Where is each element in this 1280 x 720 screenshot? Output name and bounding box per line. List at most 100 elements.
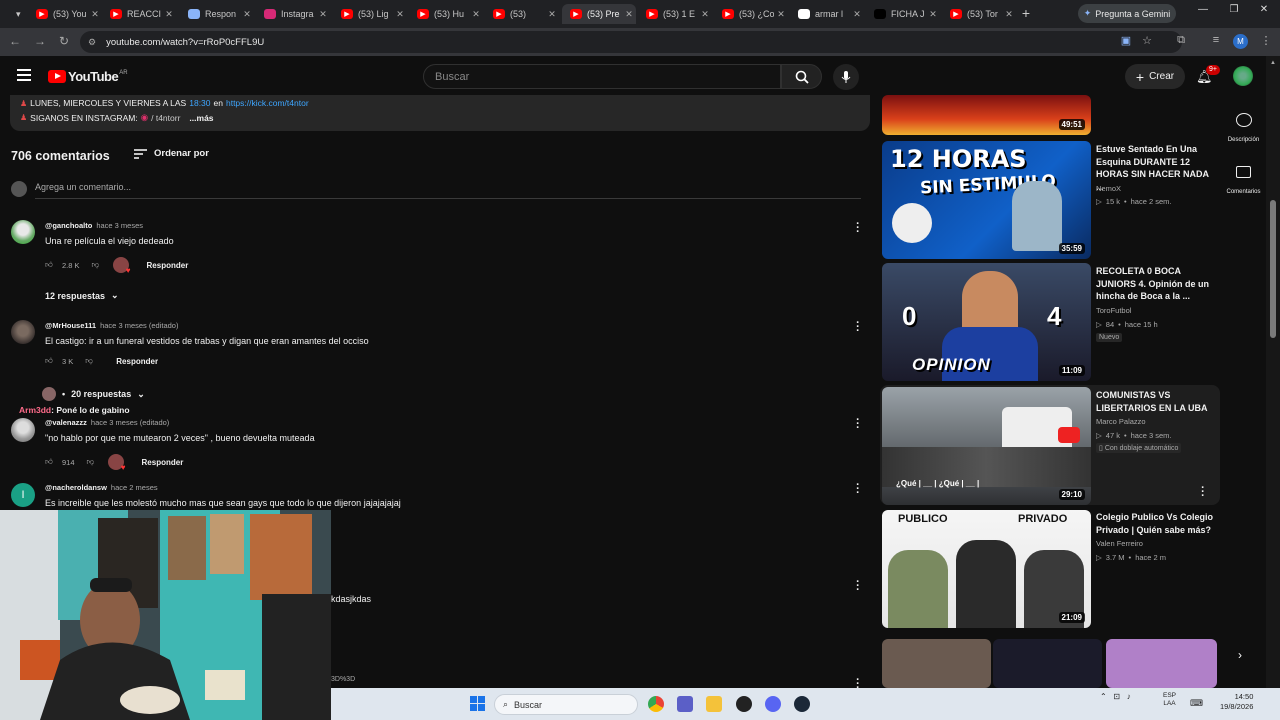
- comment-avatar[interactable]: [11, 220, 35, 244]
- comment-more-icon[interactable]: ···: [854, 219, 862, 238]
- chevron-right-icon[interactable]: ›: [1238, 648, 1242, 662]
- close-tab-icon[interactable]: ✕: [850, 9, 864, 20]
- browser-tab[interactable]: Instagra ✕: [256, 4, 330, 24]
- dislike-icon[interactable]: 👎︎: [85, 356, 97, 366]
- like-icon[interactable]: 👍︎: [45, 356, 57, 366]
- comments-panel-label[interactable]: Comentarios: [1221, 189, 1266, 195]
- comment-author[interactable]: @valenazzz: [45, 418, 87, 427]
- close-tab-icon[interactable]: ✕: [393, 9, 407, 20]
- close-window-icon[interactable]: ✕: [1254, 4, 1274, 15]
- comment-author[interactable]: @MrHouse111: [45, 321, 96, 330]
- url-field[interactable]: ⚙ youtube.com/watch?v=rRoP0cFFL9U: [80, 31, 1182, 53]
- comment-author[interactable]: @nacheroldansw: [45, 483, 107, 492]
- taskbar-search-input[interactable]: ⌕ Buscar: [494, 694, 638, 715]
- reload-icon[interactable]: ↻: [56, 34, 72, 48]
- discord-icon[interactable]: [765, 696, 781, 712]
- comment-more-icon[interactable]: ···: [854, 318, 862, 337]
- comment-avatar[interactable]: [11, 320, 35, 344]
- system-tray[interactable]: ⌃ ⊡ ♪: [1100, 692, 1131, 701]
- reply-button[interactable]: Responder: [142, 458, 184, 467]
- bookmark-star-icon[interactable]: ☆: [1139, 34, 1155, 47]
- view-replies-button[interactable]: • 20 respuestas ⌄: [42, 387, 145, 401]
- translate-icon[interactable]: ▣: [1118, 34, 1134, 47]
- tab-search-icon[interactable]: ≡: [1208, 34, 1224, 46]
- steam-icon[interactable]: [794, 696, 810, 712]
- browser-profile-avatar[interactable]: M: [1233, 34, 1248, 49]
- add-comment-input[interactable]: Agrega un comentario...: [35, 182, 131, 192]
- windows-start-icon[interactable]: [470, 696, 485, 711]
- comment-more-icon[interactable]: ···: [854, 577, 862, 596]
- minimize-icon[interactable]: —: [1193, 4, 1213, 15]
- page-scrollbar[interactable]: [1266, 56, 1280, 688]
- scroll-up-arrow-icon[interactable]: ▲: [1270, 60, 1276, 66]
- browser-tab[interactable]: ▶ (53) Hu ✕: [409, 4, 483, 24]
- show-more-link[interactable]: ...más: [189, 113, 213, 123]
- browser-tab[interactable]: FICHA J ✕: [866, 4, 940, 24]
- extensions-icon[interactable]: ⧉: [1173, 34, 1189, 47]
- comment-avatar[interactable]: I: [11, 483, 35, 507]
- comment-author[interactable]: @ganchoalto: [45, 221, 92, 230]
- close-tab-icon[interactable]: ✕: [698, 9, 712, 20]
- reply-button[interactable]: Responder: [147, 261, 189, 270]
- close-tab-icon[interactable]: ✕: [162, 9, 176, 20]
- browser-menu-icon[interactable]: ⋮: [1258, 34, 1274, 47]
- close-tab-icon[interactable]: ✕: [240, 9, 254, 20]
- file-explorer-icon[interactable]: [706, 696, 722, 712]
- gemini-button[interactable]: ✦ Pregunta a Gemini: [1078, 4, 1176, 23]
- chrome-icon[interactable]: [648, 696, 664, 712]
- like-icon[interactable]: 👍︎: [45, 260, 57, 270]
- video-title[interactable]: COMUNISTAS VS LIBERTARIOS EN LA UBA: [1096, 389, 1216, 414]
- video-title[interactable]: RECOLETA 0 BOCA JUNIORS 4. Opinión de un…: [1096, 265, 1216, 303]
- short-thumbnail[interactable]: [882, 639, 991, 688]
- taskbar-clock[interactable]: 14:50 19/8/2026: [1220, 692, 1253, 712]
- video-channel[interactable]: Marco Palazzo: [1096, 417, 1146, 426]
- video-thumbnail[interactable]: 12 HORAS SIN ESTIMULO 35:59: [882, 141, 1091, 259]
- video-description[interactable]: ♟ LUNES, MIERCOLES Y VIERNES A LAS 18:30…: [10, 95, 870, 131]
- browser-tab[interactable]: ▶ (53) 1 E ✕: [638, 4, 712, 24]
- close-tab-icon[interactable]: ✕: [622, 9, 636, 20]
- short-thumbnail[interactable]: [1106, 639, 1217, 688]
- video-thumbnail[interactable]: 0 4 OPINION 11:09: [882, 263, 1091, 381]
- sort-comments-button[interactable]: Ordenar por: [134, 148, 209, 159]
- reply-button[interactable]: Responder: [116, 357, 158, 366]
- youtube-logo[interactable]: YouTube AR: [48, 69, 128, 84]
- browser-tab[interactable]: armar l ✕: [790, 4, 864, 24]
- close-tab-icon[interactable]: ✕: [88, 9, 102, 20]
- info-icon[interactable]: [1236, 113, 1252, 127]
- video-thumbnail[interactable]: 49:51: [882, 95, 1091, 135]
- comments-icon[interactable]: [1236, 166, 1251, 178]
- video-thumbnail[interactable]: PUBLICO PRIVADO 21:09: [882, 510, 1091, 628]
- voice-search-button[interactable]: [833, 64, 859, 90]
- instagram-handle-link[interactable]: / t4ntorr: [151, 113, 180, 123]
- obs-icon[interactable]: [736, 696, 752, 712]
- maximize-icon[interactable]: ❐: [1224, 4, 1244, 15]
- browser-tab[interactable]: ▶ (53) Tor ✕: [942, 4, 1016, 24]
- video-more-icon[interactable]: · · ·: [1199, 483, 1207, 502]
- search-input[interactable]: Buscar: [423, 64, 781, 89]
- tab-list-icon[interactable]: ▾: [8, 4, 24, 24]
- stream-time-link[interactable]: 18:30: [189, 98, 210, 108]
- video-channel[interactable]: ToroFutbol: [1096, 306, 1131, 315]
- new-tab-button[interactable]: +: [1018, 5, 1034, 21]
- site-info-icon[interactable]: ⚙: [88, 37, 96, 48]
- close-tab-icon[interactable]: ✕: [469, 9, 483, 20]
- close-tab-icon[interactable]: ✕: [774, 9, 788, 20]
- close-tab-icon[interactable]: ✕: [545, 9, 559, 20]
- comment-more-icon[interactable]: ···: [854, 415, 862, 434]
- browser-tab[interactable]: ▶ (53) ✕: [485, 4, 559, 24]
- comment-more-icon[interactable]: ···: [854, 480, 862, 499]
- dislike-icon[interactable]: 👎︎: [87, 457, 99, 467]
- close-tab-icon[interactable]: ✕: [926, 9, 940, 20]
- dislike-icon[interactable]: 👎︎: [92, 260, 104, 270]
- browser-tab[interactable]: ▶ (53) Pre ✕: [562, 4, 636, 24]
- description-panel-label[interactable]: Descripción: [1221, 137, 1266, 143]
- teams-icon[interactable]: [677, 696, 693, 712]
- back-icon[interactable]: ←: [7, 34, 23, 48]
- browser-tab[interactable]: ▶ (53) Lig ✕: [333, 4, 407, 24]
- close-tab-icon[interactable]: ✕: [316, 9, 330, 20]
- video-channel[interactable]: NemoX: [1096, 184, 1121, 193]
- forward-icon[interactable]: →: [32, 34, 48, 48]
- search-button[interactable]: [781, 64, 822, 89]
- video-channel[interactable]: Valen Ferreiro: [1096, 539, 1143, 548]
- comment-avatar[interactable]: [11, 418, 35, 442]
